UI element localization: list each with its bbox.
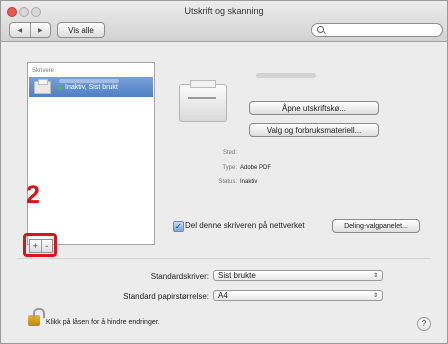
- status-value: Inaktiv: [240, 179, 258, 185]
- printer-name-redacted: [59, 79, 119, 83]
- open-queue-button[interactable]: Åpne utskriftskø...: [249, 101, 379, 115]
- location-label: Sted:: [222, 150, 237, 156]
- paper-size-label: Standard papirstørrelse:: [123, 292, 209, 301]
- default-printer-value: Sist brukte: [218, 271, 256, 280]
- share-checkbox[interactable]: ✓: [173, 221, 184, 232]
- status-dot-icon: [58, 86, 62, 90]
- status-label: Status:: [218, 179, 237, 185]
- printer-title-redacted: [256, 73, 316, 78]
- title-bar: Utskrift og skanning ◀ ▶ Vis alle: [1, 1, 447, 42]
- highlight-box: [23, 233, 57, 257]
- help-button[interactable]: ?: [417, 317, 431, 331]
- list-item[interactable]: Inaktiv, Sist brukt: [29, 77, 153, 97]
- divider: [17, 258, 431, 259]
- printer-list: Skrivere Inaktiv, Sist brukt: [27, 62, 155, 245]
- chevron-updown-icon: ⇕: [372, 273, 378, 279]
- type-label: Type:: [222, 165, 237, 171]
- default-printer-select[interactable]: Sist brukte ⇕: [213, 270, 383, 281]
- search-icon: [317, 26, 324, 33]
- back-button[interactable]: ◀: [10, 23, 31, 37]
- lock-icon[interactable]: [28, 308, 45, 326]
- printer-large-icon: [179, 80, 227, 122]
- show-all-button[interactable]: Vis alle: [57, 22, 105, 38]
- step-number: 2: [26, 181, 40, 209]
- lock-text: Klikk på låsen for å hindre endringer.: [46, 319, 160, 326]
- window-title: Utskrift og skanning: [184, 6, 264, 16]
- paper-size-value: A4: [218, 291, 228, 300]
- printer-status: Inaktiv, Sist brukt: [65, 84, 118, 91]
- search-input[interactable]: [311, 23, 443, 37]
- nav-buttons: ◀ ▶: [9, 22, 51, 38]
- sharing-prefs-button[interactable]: Deling-valgpanelet...: [332, 219, 420, 233]
- printer-icon: [34, 79, 51, 94]
- type-value: Adobe PDF: [240, 165, 272, 171]
- forward-button[interactable]: ▶: [31, 23, 51, 37]
- share-label: Del denne skriveren på nettverket: [185, 221, 305, 230]
- default-printer-label: Standardskriver:: [150, 272, 209, 281]
- supplies-button[interactable]: Valg og forbruksmateriell...: [249, 123, 379, 137]
- printers-window: Utskrift og skanning ◀ ▶ Vis alle Skrive…: [0, 0, 448, 344]
- paper-size-select[interactable]: A4 ⇕: [213, 290, 383, 301]
- printer-list-header: Skrivere: [32, 68, 55, 74]
- chevron-updown-icon: ⇕: [372, 293, 378, 299]
